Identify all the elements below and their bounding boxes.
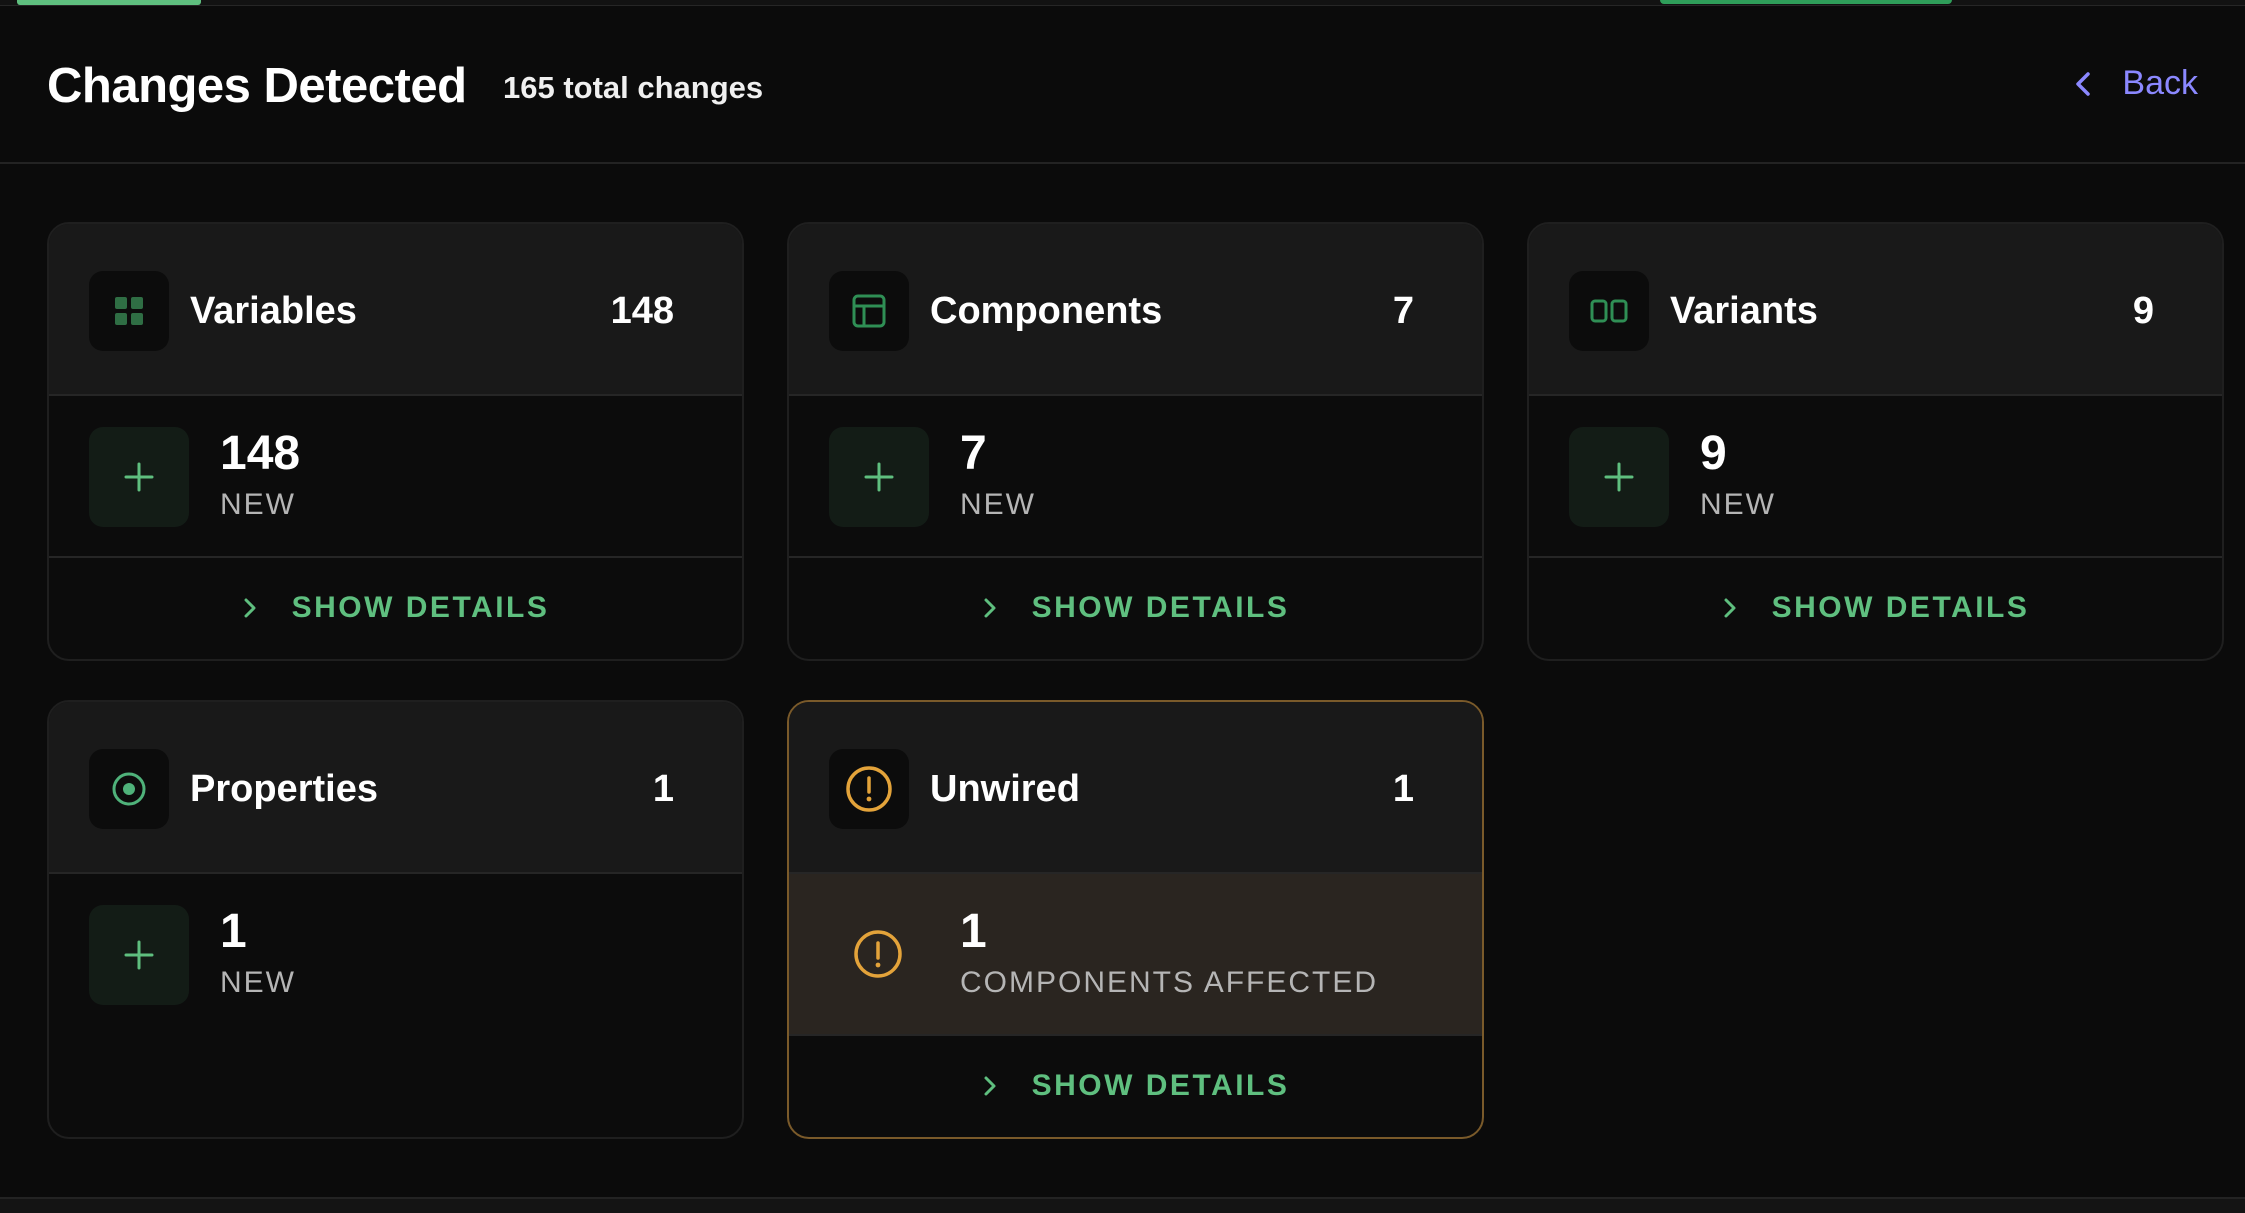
card-components: Components 7 7 NEW SHOW DETAILS [787, 222, 1484, 661]
new-count: 1 [220, 905, 247, 958]
card-unwired: Unwired 1 1 COMPONENTS AFFECTED SHOW DET… [787, 700, 1484, 1139]
card-header: Variants 9 [1529, 224, 2222, 396]
card-count: 7 [1392, 290, 1414, 332]
card-title: Unwired [930, 768, 1080, 810]
plus-icon [1569, 427, 1669, 527]
card-title: Variables [190, 290, 357, 332]
page-header: Changes Detected 165 total changes Back [0, 6, 2245, 164]
new-stat: 1 NEW [49, 874, 742, 1036]
show-details-button[interactable]: SHOW DETAILS [49, 558, 742, 658]
new-label: NEW [960, 488, 1036, 521]
total-changes-count: 165 total changes [503, 70, 764, 105]
card-header: Variables 148 [49, 224, 742, 396]
plus-icon [829, 427, 929, 527]
active-tab-indicator [17, 0, 201, 5]
new-label: NEW [1700, 488, 1776, 521]
chevron-right-icon [984, 598, 996, 618]
card-title: Components [930, 290, 1163, 332]
back-label: Back [2122, 64, 2198, 102]
progress-pill [1660, 0, 1952, 4]
new-count: 7 [960, 427, 987, 480]
chevron-right-icon [984, 1076, 996, 1096]
card-title: Variants [1670, 290, 1818, 332]
chevron-right-icon [1724, 598, 1736, 618]
card-header: Components 7 [789, 224, 1482, 396]
affected-stat: 1 COMPONENTS AFFECTED [789, 874, 1482, 1036]
new-count: 9 [1700, 427, 1727, 480]
card-header: Properties 1 [49, 702, 742, 874]
card-count: 9 [2132, 290, 2154, 332]
card-count: 148 [610, 290, 674, 332]
card-count: 1 [652, 768, 674, 810]
card-title: Properties [190, 768, 378, 810]
plus-icon [89, 905, 189, 1005]
warning-icon [829, 749, 909, 829]
card-properties: Properties 1 1 NEW [47, 700, 744, 1139]
layout-icon [829, 271, 909, 351]
back-button[interactable]: Back [2072, 64, 2198, 103]
card-variants: Variants 9 9 NEW SHOW DETAILS [1527, 222, 2224, 661]
card-header: Unwired 1 [789, 702, 1482, 874]
show-details-label: SHOW DETAILS [1771, 591, 2030, 624]
card-count: 1 [1392, 768, 1414, 810]
columns-icon [1569, 271, 1649, 351]
new-count: 148 [220, 427, 301, 480]
affected-count: 1 [960, 905, 987, 958]
warning-icon [853, 929, 903, 984]
chevron-left-icon [2076, 71, 2091, 96]
grid-icon [89, 271, 169, 351]
plus-icon [89, 427, 189, 527]
new-stat: 148 NEW [49, 396, 742, 558]
chevron-right-icon [244, 598, 256, 618]
new-stat: 7 NEW [789, 396, 1482, 558]
target-icon [89, 749, 169, 829]
show-details-label: SHOW DETAILS [291, 591, 550, 624]
page-title: Changes Detected [47, 59, 467, 113]
show-details-button[interactable]: SHOW DETAILS [1529, 558, 2222, 658]
show-details-button[interactable]: SHOW DETAILS [789, 558, 1482, 658]
card-variables: Variables 148 148 NEW SHOW DETAILS [47, 222, 744, 661]
new-label: NEW [220, 488, 296, 521]
show-details-label: SHOW DETAILS [1031, 1069, 1290, 1102]
show-details-button[interactable]: SHOW DETAILS [789, 1036, 1482, 1136]
new-label: NEW [220, 966, 296, 999]
show-details-label: SHOW DETAILS [1031, 591, 1290, 624]
new-stat: 9 NEW [1529, 396, 2222, 558]
affected-label: COMPONENTS AFFECTED [960, 966, 1379, 999]
